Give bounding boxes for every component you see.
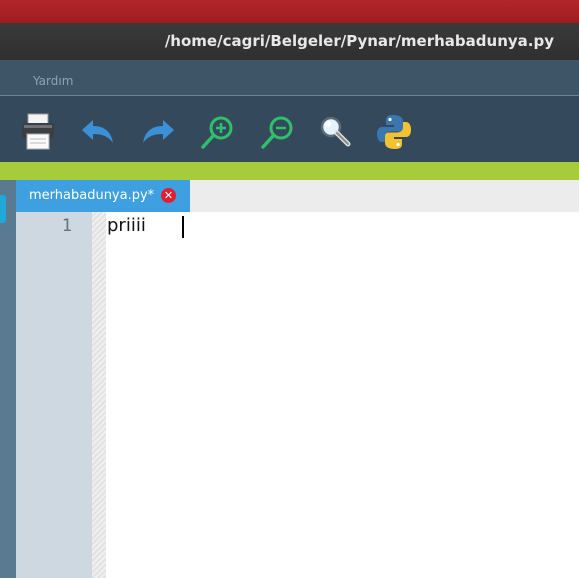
fold-margin bbox=[92, 212, 106, 578]
text-cursor bbox=[182, 216, 184, 238]
menubar: Yardım bbox=[0, 60, 579, 96]
side-panel-handle[interactable] bbox=[0, 195, 6, 223]
undo-button[interactable] bbox=[78, 112, 118, 152]
zoom-in-button[interactable] bbox=[198, 112, 238, 152]
code-editor[interactable]: priiii bbox=[106, 212, 579, 578]
undo-arrow-icon bbox=[82, 120, 113, 143]
find-button[interactable] bbox=[315, 112, 355, 152]
accent-bar bbox=[0, 162, 579, 180]
zoom-out-button[interactable] bbox=[258, 112, 298, 152]
tab-merhabadunya[interactable]: merhabadunya.py* ✕ bbox=[16, 180, 190, 212]
zoom-in-icon bbox=[201, 116, 233, 149]
toolbar bbox=[0, 96, 579, 162]
printer-icon bbox=[22, 113, 54, 150]
run-python-button[interactable] bbox=[374, 112, 414, 152]
magnifier-icon bbox=[320, 116, 351, 147]
tab-label: merhabadunya.py* bbox=[29, 188, 155, 203]
redo-button[interactable] bbox=[138, 112, 178, 152]
line-number: 1 bbox=[61, 216, 72, 236]
python-logo-icon bbox=[377, 115, 411, 149]
window-title: /home/cagri/Belgeler/Pynar/merhabadunya.… bbox=[164, 32, 554, 50]
top-panel-strip bbox=[0, 0, 579, 23]
redo-arrow-icon bbox=[143, 120, 174, 143]
zoom-out-icon bbox=[261, 116, 293, 149]
side-panel-edge bbox=[0, 180, 16, 578]
close-icon[interactable]: ✕ bbox=[161, 188, 176, 203]
code-line: priiii bbox=[107, 215, 146, 236]
print-button[interactable] bbox=[18, 112, 58, 152]
window-titlebar[interactable]: /home/cagri/Belgeler/Pynar/merhabadunya.… bbox=[0, 23, 579, 60]
tab-bar: merhabadunya.py* ✕ bbox=[16, 180, 579, 212]
menu-item-help[interactable]: Yardım bbox=[33, 74, 73, 88]
line-number-gutter: 1 bbox=[16, 212, 92, 578]
